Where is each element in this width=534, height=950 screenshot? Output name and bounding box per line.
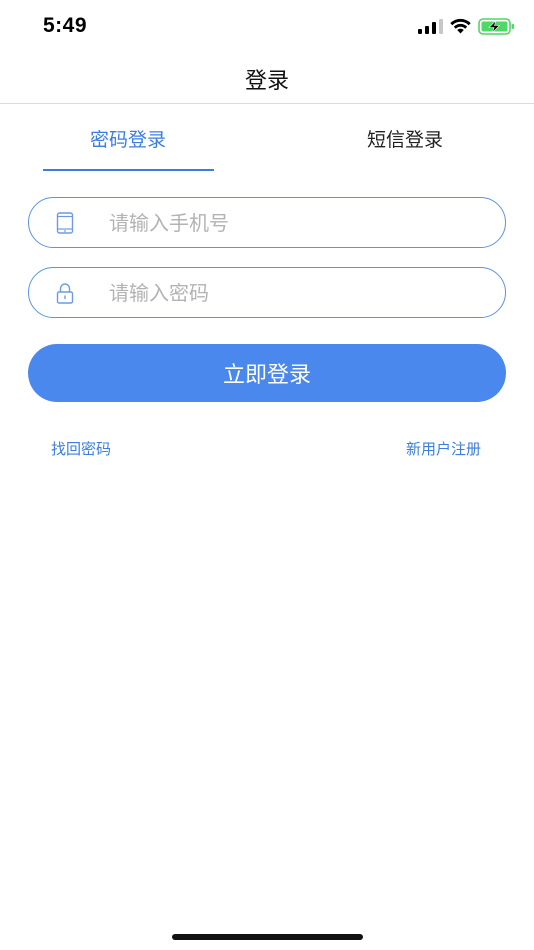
- status-bar: 5:49: [0, 0, 534, 50]
- wifi-icon: [450, 18, 471, 34]
- login-screen: 5:49 登录 密码登录 短信登录 请输入手机号 立即登录 找回密码 新用户注册: [0, 0, 534, 950]
- lock-icon: [56, 283, 74, 304]
- nav-bar: 登录: [0, 50, 534, 104]
- login-tabs: 密码登录 短信登录: [0, 104, 534, 174]
- forgot-password-link[interactable]: 找回密码: [51, 438, 111, 459]
- battery-charging-icon: [478, 18, 514, 35]
- password-field[interactable]: [28, 267, 506, 318]
- signal-icon: [418, 19, 443, 34]
- phone-input[interactable]: [109, 198, 489, 247]
- phone-field[interactable]: [28, 197, 506, 248]
- tablet-icon: [56, 212, 74, 234]
- register-link[interactable]: 新用户注册: [406, 438, 481, 459]
- home-indicator: [172, 934, 363, 940]
- login-button[interactable]: 立即登录: [28, 344, 506, 402]
- password-input[interactable]: [109, 268, 489, 317]
- status-time: 5:49: [43, 14, 88, 37]
- tab-password-login[interactable]: 密码登录: [43, 125, 213, 152]
- page-title: 登录: [244, 69, 289, 94]
- tab-sms-login[interactable]: 短信登录: [320, 125, 490, 152]
- active-tab-indicator: [43, 169, 214, 171]
